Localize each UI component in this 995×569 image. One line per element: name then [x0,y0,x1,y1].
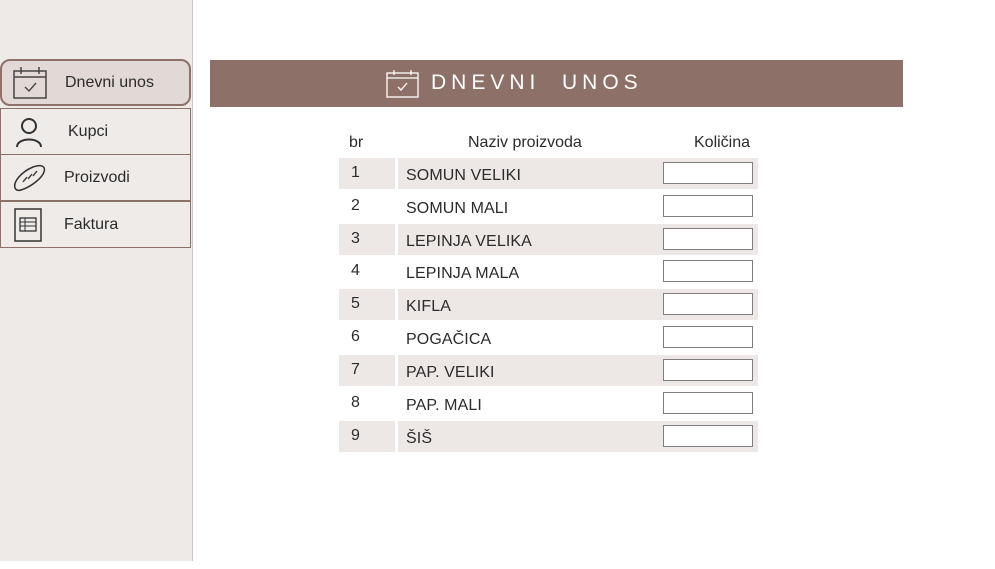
row-number: 4 [351,262,360,279]
quantity-input[interactable] [663,293,753,315]
row-number: 7 [351,361,360,378]
table-row: 5 KIFLA [339,289,758,320]
calendar-check-icon [386,70,419,98]
table-row: 4 LEPINJA MALA [339,256,758,287]
quantity-input[interactable] [663,326,753,348]
column-header-kolicina: Količina [694,134,751,151]
product-name: KIFLA [406,298,451,315]
row-number: 6 [351,328,360,345]
product-name: SOMUN VELIKI [406,167,522,184]
sidebar-item-faktura[interactable]: Faktura [0,201,191,248]
product-name: PAP. MALI [406,397,482,414]
product-name: LEPINJA MALA [406,265,520,282]
quantity-input[interactable] [663,425,753,447]
sidebar: Dnevni unos Kupci Proizvodi Faktura [0,0,193,561]
quantity-input[interactable] [663,195,753,217]
product-name: SOMUN MALI [406,200,509,217]
sidebar-item-label: Proizvodi [64,168,130,186]
quantity-input[interactable] [663,359,753,381]
row-number: 2 [351,197,360,214]
table-row: 8 PAP. MALI [339,388,758,419]
quantity-input[interactable] [663,228,753,250]
product-name: ŠIŠ [406,430,433,447]
sidebar-item-kupci[interactable]: Kupci [0,108,191,155]
table-row: 6 POGAČICA [339,322,758,353]
sidebar-item-label: Faktura [64,215,119,233]
column-header-br: br [349,134,364,151]
sidebar-item-label: Kupci [68,122,109,140]
sidebar-item-dnevni-unos[interactable]: Dnevni unos [0,59,191,106]
user-icon [16,117,42,147]
quantity-input[interactable] [663,392,753,414]
product-name: PAP. VELIKI [406,364,495,381]
table-row: 1 SOMUN VELIKI [339,158,758,189]
row-number: 5 [351,295,360,312]
row-number: 1 [351,164,360,181]
row-number: 9 [351,427,360,444]
bread-icon [13,164,46,191]
product-name: POGAČICA [406,331,492,348]
table-row: 2 SOMUN MALI [339,191,758,222]
product-name: LEPINJA VELIKA [406,233,532,250]
page-title: DNEVNI UNOS [431,71,643,94]
quantity-input[interactable] [663,162,753,184]
sidebar-item-label: Dnevni unos [65,73,154,91]
row-number: 8 [351,394,360,411]
table-row: 7 PAP. VELIKI [339,355,758,386]
calendar-check-icon [13,66,47,99]
quantity-input[interactable] [663,260,753,282]
table-row: 9 ŠIŠ [339,421,758,452]
page-header: DNEVNI UNOS [210,60,903,107]
invoice-icon [14,207,42,242]
sidebar-item-proizvodi[interactable]: Proizvodi [0,154,191,201]
row-number: 3 [351,230,360,247]
column-header-naziv: Naziv proizvoda [468,134,582,151]
table-row: 3 LEPINJA VELIKA [339,224,758,255]
